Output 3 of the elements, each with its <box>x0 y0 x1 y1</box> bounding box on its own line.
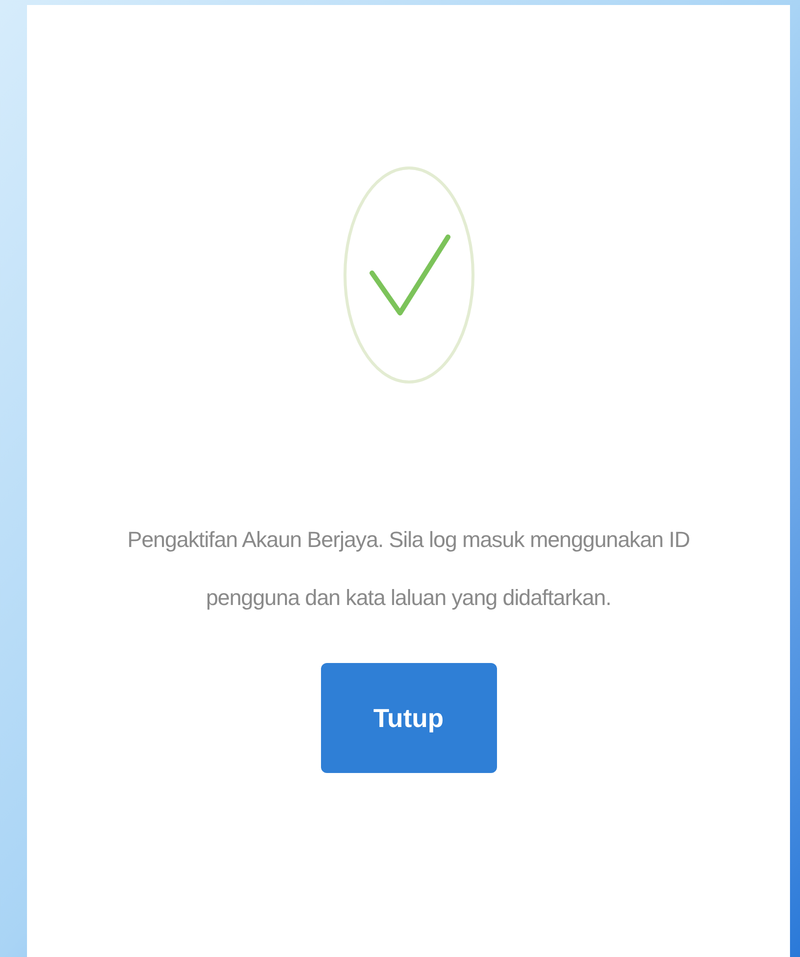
success-message: Pengaktifan Akaun Berjaya. Sila log masuk menggunakan ID pengguna dan kata laluan yang didaftarkan. <box>126 526 691 612</box>
close-button[interactable]: Tutup <box>320 663 496 773</box>
check-circle-icon <box>342 165 476 385</box>
